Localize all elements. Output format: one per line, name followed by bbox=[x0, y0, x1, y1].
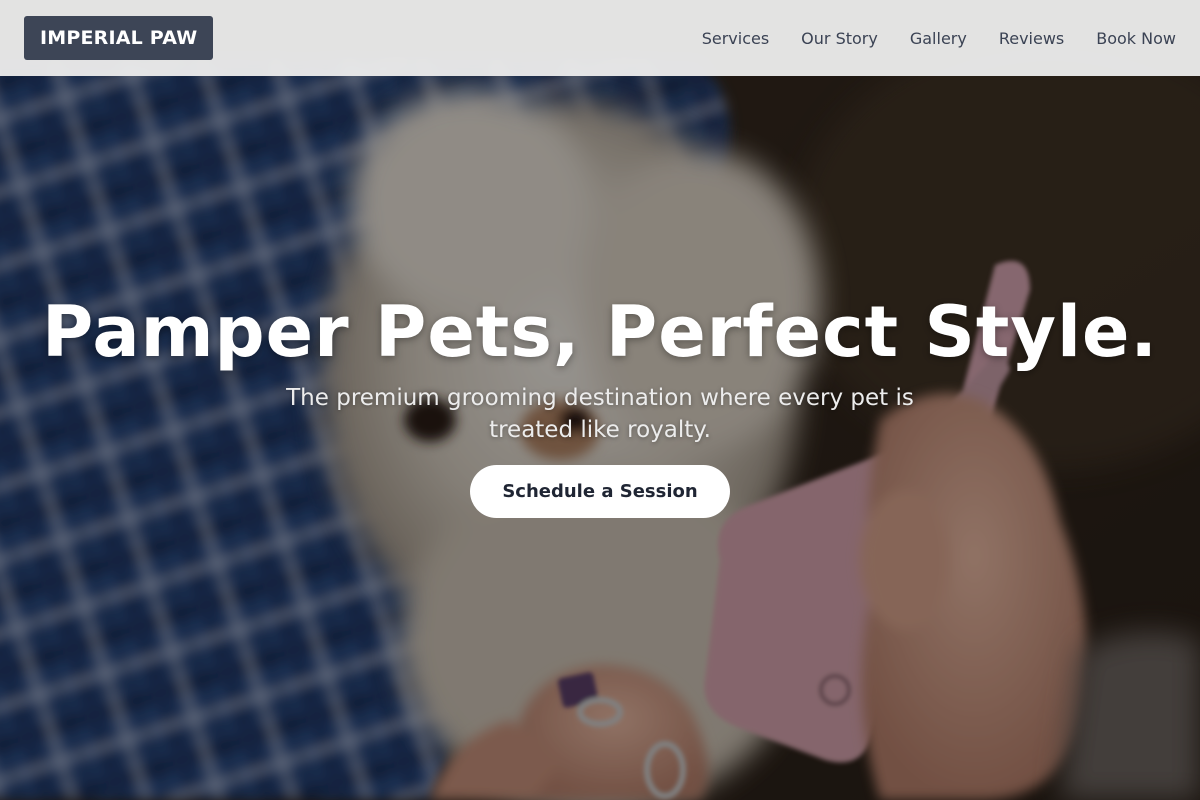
nav-link-reviews[interactable]: Reviews bbox=[999, 29, 1064, 48]
hero-title: Pamper Pets, Perfect Style. bbox=[41, 291, 1159, 373]
logo[interactable]: IMPERIAL PAW bbox=[24, 16, 214, 60]
page: IMPERIAL PAW Services Our Story Gallery … bbox=[0, 0, 1200, 800]
hero-subtitle: The premium grooming destination where e… bbox=[286, 385, 914, 443]
schedule-session-button[interactable]: Schedule a Session bbox=[470, 465, 730, 518]
nav-link-services[interactable]: Services bbox=[702, 29, 769, 48]
nav-link-book-now[interactable]: Book Now bbox=[1096, 29, 1176, 48]
hero-section: Pamper Pets, Perfect Style. The premium … bbox=[0, 0, 1200, 800]
site-header: IMPERIAL PAW Services Our Story Gallery … bbox=[0, 0, 1200, 76]
nav-link-our-story[interactable]: Our Story bbox=[801, 29, 878, 48]
nav-link-gallery[interactable]: Gallery bbox=[910, 29, 967, 48]
main-nav: Services Our Story Gallery Reviews Book … bbox=[702, 29, 1176, 48]
